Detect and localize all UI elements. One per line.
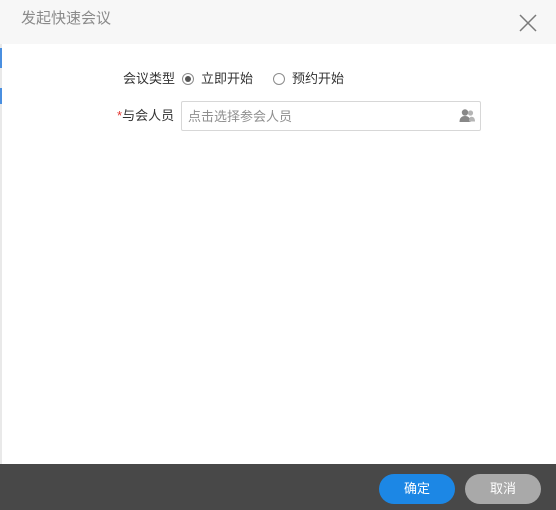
left-edge-strip xyxy=(0,44,2,464)
dialog-title: 发起快速会议 xyxy=(21,10,112,27)
edge-mark xyxy=(0,88,2,104)
meeting-type-label: 会议类型 xyxy=(123,71,176,86)
participants-label-text: 与会人员 xyxy=(122,108,175,123)
close-icon[interactable] xyxy=(518,13,538,33)
participants-input[interactable]: 点击选择参会人员 xyxy=(181,101,481,131)
radio-schedule-label[interactable]: 预约开始 xyxy=(292,70,344,88)
radio-start-now-label[interactable]: 立即开始 xyxy=(201,70,253,88)
select-contacts-icon[interactable] xyxy=(459,108,476,124)
radio-start-now[interactable] xyxy=(182,73,194,85)
quick-meeting-dialog: 发起快速会议 会议类型 立即开始 预约开始 *与会人员 点击选择参会人员 确定 … xyxy=(0,0,556,510)
participants-label: *与会人员 xyxy=(117,107,174,125)
confirm-button[interactable]: 确定 xyxy=(379,474,455,504)
cancel-button[interactable]: 取消 xyxy=(465,474,541,504)
dialog-footer: 确定 取消 xyxy=(0,464,556,510)
radio-schedule[interactable] xyxy=(273,73,285,85)
edge-mark xyxy=(0,48,2,68)
participants-placeholder: 点击选择参会人员 xyxy=(188,109,293,124)
dialog-header: 发起快速会议 xyxy=(0,0,556,44)
